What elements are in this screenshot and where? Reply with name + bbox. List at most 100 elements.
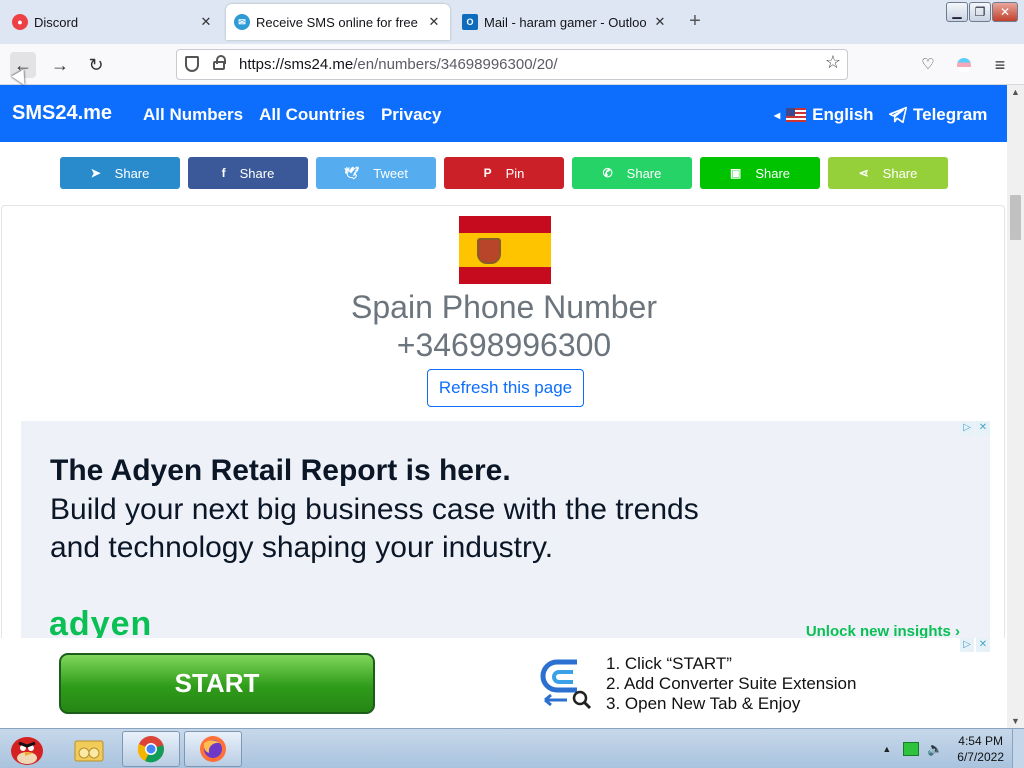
ad-body: Build your next big business case with t… bbox=[50, 493, 699, 564]
show-hidden-icons-arrow[interactable]: ▲ bbox=[882, 744, 891, 754]
url-text[interactable]: https://sms24.me/en/numbers/34698996300/… bbox=[239, 56, 558, 73]
chrome-icon bbox=[137, 736, 164, 763]
nav-link-all-numbers[interactable]: All Numbers bbox=[143, 105, 243, 125]
share-button-facebook[interactable]: f Share bbox=[188, 157, 308, 189]
lock-icon[interactable] bbox=[213, 55, 226, 70]
converter-suite-icon bbox=[540, 659, 592, 710]
phone-number: +34698996300 bbox=[396, 327, 612, 363]
step-text: 3. Open New Tab & Enjoy bbox=[606, 694, 801, 713]
adyen-ad-banner[interactable]: The Adyen Retail Report is here. Build y… bbox=[21, 421, 990, 641]
vertical-scrollbar[interactable]: ▲ ▼ bbox=[1007, 85, 1024, 728]
tab-outlook[interactable]: O Mail - haram gamer - Outloo ✕ bbox=[454, 4, 676, 40]
share-label: Share bbox=[755, 165, 791, 181]
share-label: Share bbox=[239, 165, 275, 181]
line-icon: ▣ bbox=[729, 166, 742, 180]
close-window-button[interactable]: ✕ bbox=[992, 2, 1018, 22]
telegram-icon: ➤ bbox=[90, 166, 101, 180]
share-button-twitter[interactable]: 🕊 Tweet bbox=[316, 157, 436, 189]
firefox-icon bbox=[200, 736, 226, 762]
spain-flag-icon bbox=[459, 216, 551, 284]
share-button-whatsapp[interactable]: ✆ Share bbox=[572, 157, 692, 189]
folder-icon bbox=[74, 740, 104, 762]
outlook-icon: O bbox=[462, 14, 478, 30]
show-desktop-button[interactable] bbox=[1012, 729, 1024, 768]
system-tray: ▲ 🔈 4:54 PM 6/7/2022 bbox=[882, 729, 1024, 768]
tab-title: Discord bbox=[34, 14, 79, 30]
share-button-line[interactable]: ▣ Share bbox=[700, 157, 820, 189]
language-label: English bbox=[812, 105, 874, 124]
restore-button[interactable]: ❐ bbox=[969, 2, 991, 22]
address-bar[interactable]: https://sms24.me/en/numbers/34698996300/… bbox=[176, 49, 848, 80]
clock[interactable]: 4:54 PM 6/7/2022 bbox=[957, 733, 1004, 765]
share-button-telegram[interactable]: ➤ Share bbox=[60, 157, 180, 189]
share-label: Share bbox=[114, 165, 150, 181]
close-tab-icon[interactable]: ✕ bbox=[652, 14, 668, 30]
share-label: Tweet bbox=[373, 165, 408, 181]
tab-strip: ● Discord ✕ ✉ Receive SMS online for fre… bbox=[0, 0, 1024, 44]
language-dropdown[interactable]: ◀ English bbox=[774, 105, 874, 125]
ad-headline: The Adyen Retail Report is here. bbox=[50, 454, 511, 487]
twitter-icon: 🕊 bbox=[344, 166, 360, 180]
close-tab-icon[interactable]: ✕ bbox=[426, 14, 442, 30]
share-label: Share bbox=[626, 165, 662, 181]
sms24-icon: ✉ bbox=[234, 14, 250, 30]
refresh-button[interactable]: Refresh this page bbox=[427, 369, 584, 407]
clock-date: 6/7/2022 bbox=[957, 750, 1004, 764]
start-button[interactable]: START bbox=[59, 653, 375, 714]
navigation-toolbar: ← → ↻ https://sms24.me/en/numbers/346989… bbox=[0, 44, 1024, 85]
angry-bird-icon bbox=[11, 737, 43, 765]
taskbar-firefox[interactable] bbox=[184, 731, 242, 767]
nav-links: All Numbers All Countries Privacy bbox=[143, 105, 441, 125]
share-button-sharethis[interactable]: ⋖ Share bbox=[828, 157, 948, 189]
bookmark-star-icon[interactable]: ☆ bbox=[825, 52, 841, 73]
adyen-logo: adyen bbox=[49, 605, 153, 638]
menu-icon[interactable]: ≡ bbox=[987, 52, 1013, 78]
clock-time: 4:54 PM bbox=[958, 734, 1003, 748]
share-label: Share bbox=[882, 165, 918, 181]
pinterest-icon: P bbox=[483, 166, 492, 180]
scroll-up-arrow[interactable]: ▲ bbox=[1007, 87, 1024, 97]
volume-icon[interactable]: 🔈 bbox=[927, 742, 943, 756]
window-controls: ▁ ❐ ✕ bbox=[946, 2, 1018, 22]
tab-title: Mail - haram gamer - Outloo bbox=[484, 14, 646, 30]
adchoices-icon[interactable]: ▷ ✕ bbox=[960, 421, 990, 435]
converter-ad-banner[interactable]: START 1. Click “START” 2. Add Converter … bbox=[0, 638, 1007, 728]
tab-title: Receive SMS online for free | bbox=[256, 14, 420, 30]
taskbar: ▲ 🔈 4:54 PM 6/7/2022 bbox=[0, 728, 1024, 768]
share-button-pinterest[interactable]: P Pin bbox=[444, 157, 564, 189]
telegram-icon bbox=[888, 106, 907, 124]
site-brand[interactable]: SMS24.me bbox=[12, 102, 112, 125]
network-icon[interactable] bbox=[903, 742, 920, 756]
start-menu-button[interactable] bbox=[2, 731, 52, 767]
facebook-icon: f bbox=[221, 166, 226, 180]
discord-icon: ● bbox=[12, 14, 28, 30]
sharethis-icon: ⋖ bbox=[858, 166, 869, 180]
tab-sms24[interactable]: ✉ Receive SMS online for free | ✕ bbox=[226, 4, 450, 40]
adchoices-icon[interactable]: ▷ ✕ bbox=[960, 638, 990, 652]
us-flag-icon bbox=[786, 108, 807, 122]
scrollbar-thumb[interactable] bbox=[1010, 195, 1021, 240]
nav-link-all-countries[interactable]: All Countries bbox=[259, 105, 365, 125]
nav-link-privacy[interactable]: Privacy bbox=[381, 105, 442, 125]
step-text: 2. Add Converter Suite Extension bbox=[606, 674, 857, 693]
account-icon[interactable] bbox=[951, 52, 977, 78]
taskbar-chrome[interactable] bbox=[122, 731, 180, 767]
forward-button[interactable]: → bbox=[47, 52, 73, 78]
close-tab-icon[interactable]: ✕ bbox=[198, 14, 214, 30]
tab-discord[interactable]: ● Discord ✕ bbox=[4, 4, 222, 40]
pocket-icon[interactable]: ♡ bbox=[915, 52, 941, 78]
share-bar: ➤ Share f Share 🕊 Tweet P Pin ✆ Share ▣ Share ⋖ Share bbox=[60, 157, 948, 189]
scroll-down-arrow[interactable]: ▼ bbox=[1007, 716, 1024, 726]
reload-button[interactable]: ↻ bbox=[83, 52, 109, 78]
site-navbar: SMS24.me All Numbers All Countries Priva… bbox=[0, 85, 1007, 142]
caret-left-icon: ◀ bbox=[774, 110, 781, 120]
minimize-button[interactable]: ▁ bbox=[946, 2, 968, 22]
page-viewport: SMS24.me All Numbers All Countries Priva… bbox=[0, 85, 1007, 728]
whatsapp-icon: ✆ bbox=[602, 166, 613, 180]
step-text: 1. Click “START” bbox=[606, 654, 732, 673]
telegram-link[interactable]: Telegram bbox=[888, 105, 987, 125]
new-tab-button[interactable]: + bbox=[684, 10, 706, 32]
taskbar-explorer[interactable] bbox=[60, 731, 118, 767]
tracking-protection-icon[interactable] bbox=[185, 56, 199, 72]
telegram-label: Telegram bbox=[913, 105, 988, 124]
